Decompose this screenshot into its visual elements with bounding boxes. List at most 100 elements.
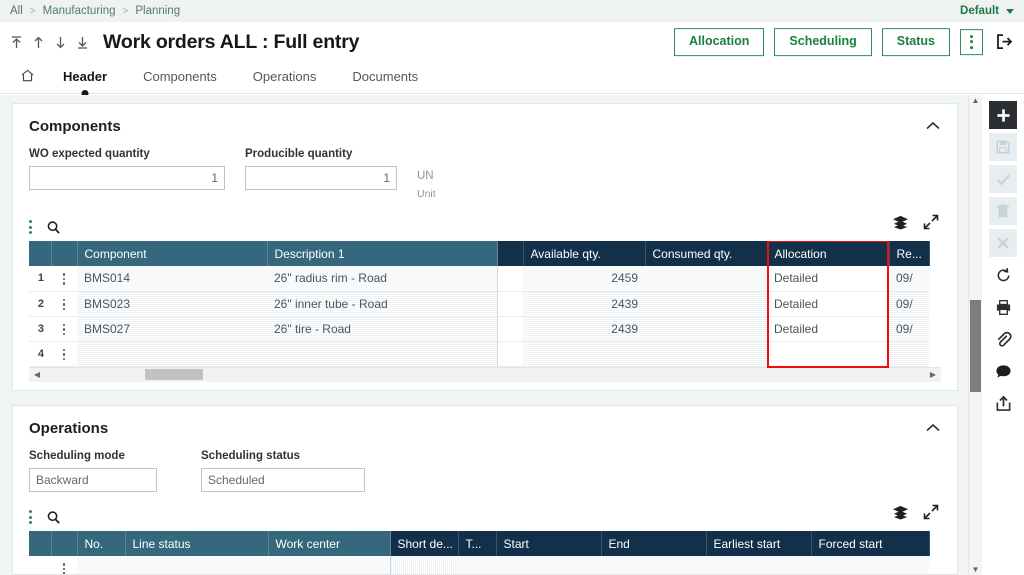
grid-expand-icon[interactable]: [923, 214, 939, 235]
profile-selector[interactable]: Default: [960, 5, 1014, 17]
cell-allocation[interactable]: Detailed: [767, 266, 889, 291]
scroll-thumb[interactable]: [970, 300, 981, 392]
grid-layers-icon[interactable]: [892, 214, 909, 235]
breadcrumb-item-planning[interactable]: Planning: [135, 5, 180, 17]
status-button[interactable]: Status: [882, 28, 950, 56]
next-record-icon[interactable]: [54, 35, 67, 50]
page-vertical-scrollbar[interactable]: ▲ ▼: [968, 95, 982, 575]
cell-line-status[interactable]: [125, 556, 268, 575]
cell-allocation[interactable]: Detailed: [767, 291, 889, 316]
cell-end[interactable]: [601, 556, 706, 575]
scroll-thumb[interactable]: [145, 369, 203, 380]
cell-allocation[interactable]: Detailed: [767, 316, 889, 341]
scheduling-status-input[interactable]: [201, 468, 365, 492]
col-header-consumed-qty[interactable]: Consumed qty.: [645, 241, 767, 266]
cell-component[interactable]: BMS023: [77, 291, 267, 316]
more-actions-button[interactable]: [960, 29, 983, 55]
table-row[interactable]: [29, 556, 929, 575]
scroll-down-icon[interactable]: ▼: [969, 565, 982, 574]
share-icon[interactable]: [989, 389, 1017, 417]
scroll-up-icon[interactable]: ▲: [969, 96, 982, 105]
allocation-button[interactable]: Allocation: [674, 28, 764, 56]
row-menu-icon[interactable]: [51, 266, 77, 291]
search-icon[interactable]: [46, 220, 61, 235]
col-header-line-status[interactable]: Line status: [125, 531, 268, 556]
components-horizontal-scrollbar[interactable]: ◀ ▶: [29, 367, 941, 382]
cell-description1[interactable]: 26" radius rim - Road: [267, 266, 497, 291]
previous-record-icon[interactable]: [32, 35, 45, 50]
cell-available-qty[interactable]: 2439: [523, 291, 645, 316]
cell-work-center[interactable]: [268, 556, 390, 575]
scroll-right-icon[interactable]: ▶: [925, 370, 941, 379]
cell-component[interactable]: [77, 341, 267, 366]
scroll-left-icon[interactable]: ◀: [29, 370, 45, 379]
col-header-t[interactable]: T...: [458, 531, 496, 556]
col-header-available-qty[interactable]: Available qty.: [523, 241, 645, 266]
last-record-icon[interactable]: [76, 35, 89, 50]
col-header-component[interactable]: Component: [77, 241, 267, 266]
cell-consumed-qty[interactable]: [645, 291, 767, 316]
cell-re[interactable]: [889, 341, 929, 366]
cell-no[interactable]: [77, 556, 125, 575]
first-record-icon[interactable]: [10, 35, 23, 50]
table-row[interactable]: 4: [29, 341, 929, 366]
wo-expected-quantity-input[interactable]: [29, 166, 225, 190]
grid-expand-icon[interactable]: [923, 504, 939, 525]
row-menu-icon[interactable]: [51, 556, 77, 575]
cell-consumed-qty[interactable]: [645, 341, 767, 366]
chevron-up-icon[interactable]: [925, 420, 941, 438]
row-menu-icon[interactable]: [51, 291, 77, 316]
col-header-short-description[interactable]: Short de...: [390, 531, 458, 556]
row-menu-icon[interactable]: [51, 341, 77, 366]
col-header-description1[interactable]: Description 1: [267, 241, 497, 266]
cell-available-qty[interactable]: 2459: [523, 266, 645, 291]
row-menu-icon[interactable]: [51, 316, 77, 341]
grid-layers-icon[interactable]: [892, 504, 909, 525]
add-icon[interactable]: [989, 101, 1017, 129]
breadcrumb-item-manufacturing[interactable]: Manufacturing: [43, 5, 116, 17]
print-icon[interactable]: [989, 293, 1017, 321]
cell-allocation[interactable]: [767, 341, 889, 366]
grid-menu-icon[interactable]: [29, 220, 32, 234]
cell-re[interactable]: 09/: [889, 316, 929, 341]
cell-component[interactable]: BMS027: [77, 316, 267, 341]
cell-consumed-qty[interactable]: [645, 266, 767, 291]
col-header-no[interactable]: No.: [77, 531, 125, 556]
attachment-icon[interactable]: [989, 325, 1017, 353]
col-header-work-center[interactable]: Work center: [268, 531, 390, 556]
col-header-re[interactable]: Re...: [889, 241, 929, 266]
col-header-menu[interactable]: [51, 241, 77, 266]
chevron-up-icon[interactable]: [925, 118, 941, 136]
cell-earliest-start[interactable]: [706, 556, 811, 575]
cell-available-qty[interactable]: 2439: [523, 316, 645, 341]
cell-forced-start[interactable]: [811, 556, 929, 575]
cell-re[interactable]: 09/: [889, 291, 929, 316]
producible-quantity-input[interactable]: [245, 166, 397, 190]
col-header-earliest-start[interactable]: Earliest start: [706, 531, 811, 556]
table-row[interactable]: 3 BMS027 26" tire - Road 2439 Detailed 0…: [29, 316, 929, 341]
refresh-icon[interactable]: [989, 261, 1017, 289]
comment-icon[interactable]: [989, 357, 1017, 385]
col-header-menu[interactable]: [51, 531, 77, 556]
tab-components[interactable]: Components: [125, 69, 235, 93]
col-header-start[interactable]: Start: [496, 531, 601, 556]
col-header-end[interactable]: End: [601, 531, 706, 556]
col-header-select[interactable]: [29, 241, 51, 266]
table-row[interactable]: 2 BMS023 26" inner tube - Road 2439 Deta…: [29, 291, 929, 316]
tab-operations[interactable]: Operations: [235, 69, 335, 93]
cell-available-qty[interactable]: [523, 341, 645, 366]
cell-short-description[interactable]: [390, 556, 458, 575]
cell-component[interactable]: BMS014: [77, 266, 267, 291]
col-header-forced-start[interactable]: Forced start: [811, 531, 929, 556]
grid-menu-icon[interactable]: [29, 510, 32, 524]
scheduling-mode-input[interactable]: [29, 468, 157, 492]
scroll-track[interactable]: [45, 367, 925, 382]
cell-t[interactable]: [458, 556, 496, 575]
logout-icon[interactable]: [993, 31, 1016, 54]
cell-description1[interactable]: [267, 341, 497, 366]
tab-header[interactable]: Header: [45, 69, 125, 93]
col-header-allocation[interactable]: Allocation: [767, 241, 889, 266]
cell-description1[interactable]: 26" inner tube - Road: [267, 291, 497, 316]
col-header-select[interactable]: [29, 531, 51, 556]
tab-documents[interactable]: Documents: [334, 69, 436, 93]
